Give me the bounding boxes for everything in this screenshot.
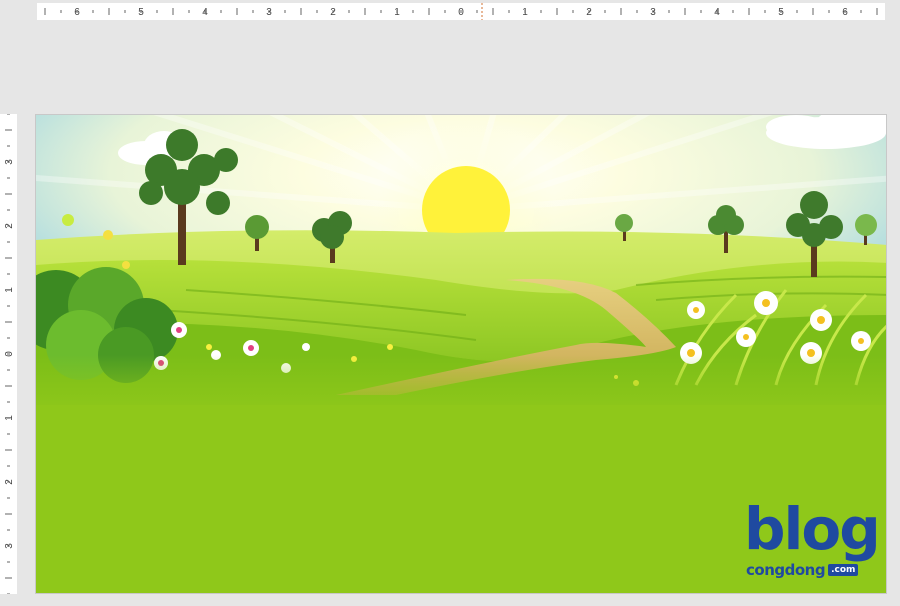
blog-watermark-logo: blog congdong .com	[744, 495, 881, 589]
ruler-label: 1	[394, 7, 400, 18]
watermark-brand: blog	[744, 495, 881, 563]
ruler-label: 2	[330, 7, 336, 18]
ruler-label: 3	[4, 543, 15, 549]
slide-canvas[interactable]: blog congdong .com	[35, 114, 887, 594]
ruler-label: 5	[138, 7, 144, 18]
horizontal-ruler: 6 5 4 3 2 1 0 1 2 3 4 5 6	[37, 3, 885, 20]
ruler-label: 6	[842, 7, 848, 18]
horizontal-ruler-ticks: 6 5 4 3 2 1 0 1 2 3 4 5 6	[44, 3, 878, 20]
ruler-label: 2	[4, 479, 15, 485]
watermark-tld: .com	[828, 564, 859, 576]
ruler-label: 2	[586, 7, 592, 18]
ruler-label: 3	[4, 159, 15, 165]
ruler-label: 4	[714, 7, 720, 18]
ruler-label: 0	[4, 351, 15, 357]
ruler-label: 3	[650, 7, 656, 18]
cloud-right	[766, 115, 886, 149]
ruler-label: 1	[4, 287, 15, 293]
vertical-ruler: 3 2 1 0 1 2 3	[0, 113, 17, 595]
ruler-label: 6	[74, 7, 80, 18]
ruler-label: 1	[4, 415, 15, 421]
ruler-label: 5	[778, 7, 784, 18]
ruler-label: 4	[202, 7, 208, 18]
watermark-subtext: congdong	[746, 561, 826, 579]
vertical-ruler-ticks: 3 2 1 0 1 2 3	[4, 113, 15, 595]
ruler-label: 0	[458, 7, 464, 18]
ruler-label: 3	[266, 7, 272, 18]
watermark-subline: congdong .com	[746, 561, 859, 579]
ruler-label: 1	[522, 7, 528, 18]
ruler-label: 2	[4, 223, 15, 229]
